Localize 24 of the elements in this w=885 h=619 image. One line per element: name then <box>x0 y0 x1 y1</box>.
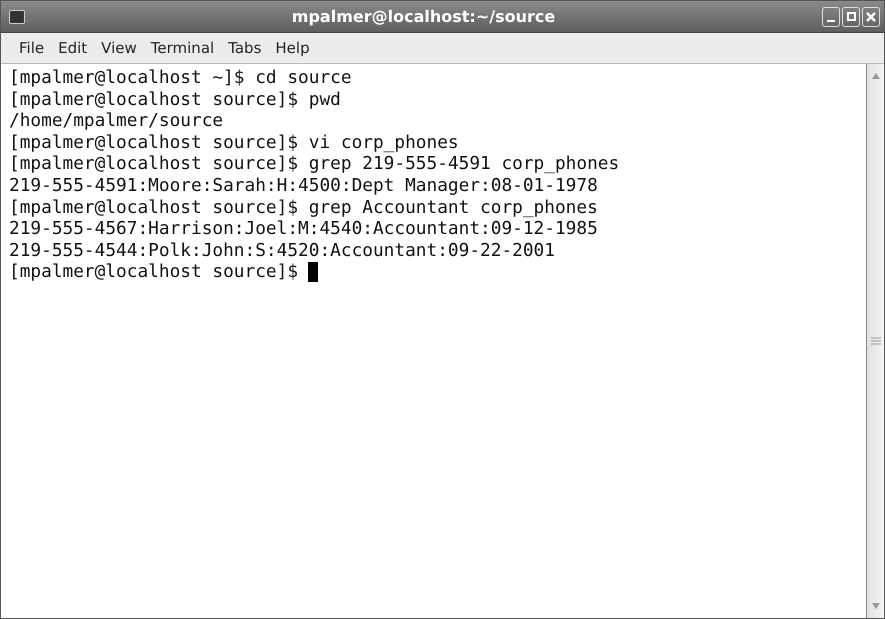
terminal-line: [mpalmer@localhost ~]$ cd source <box>9 67 352 89</box>
menu-item[interactable]: File <box>13 36 50 60</box>
menu-item[interactable]: Edit <box>52 36 94 60</box>
menu-item[interactable]: Help <box>269 36 316 60</box>
close-icon <box>866 12 876 22</box>
maximize-button[interactable] <box>842 6 860 26</box>
terminal-line: /home/mpalmer/source <box>9 110 224 132</box>
text-cursor <box>308 262 318 282</box>
grip-icon <box>870 337 880 345</box>
minimize-button[interactable] <box>822 6 840 26</box>
terminal-icon <box>9 10 25 24</box>
menu-item[interactable]: Terminal <box>144 36 220 60</box>
terminal-line: 219-555-4567:Harrison:Joel:M:4540:Accountant:09-12-1985 <box>9 218 598 240</box>
terminal-line: 219-555-4544:Polk:John:S:4520:Accountant:09-22-2001 <box>9 240 555 262</box>
menu-item[interactable]: Tabs <box>222 36 268 60</box>
menu-item[interactable]: View <box>95 36 143 60</box>
terminal-line: [mpalmer@localhost source]$ pwd <box>9 88 341 110</box>
window-title: mpalmer@localhost:~/source <box>292 6 556 28</box>
terminal-line: 219-555-4591:Moore:Sarah:H:4500:Dept Manager:08-01-1978 <box>9 174 598 197</box>
close-button[interactable] <box>862 6 880 26</box>
terminal-line: [mpalmer@localhost source]$ vi corp_phones <box>9 132 459 154</box>
terminal-prompt: [mpalmer@localhost source]$ <box>9 261 298 283</box>
terminal-line: [mpalmer@localhost source]$ grep Accountant corp_phones <box>9 196 598 218</box>
terminal-line: [mpalmer@localhost source]$ grep 219-555-4591 corp_phones <box>9 153 620 175</box>
